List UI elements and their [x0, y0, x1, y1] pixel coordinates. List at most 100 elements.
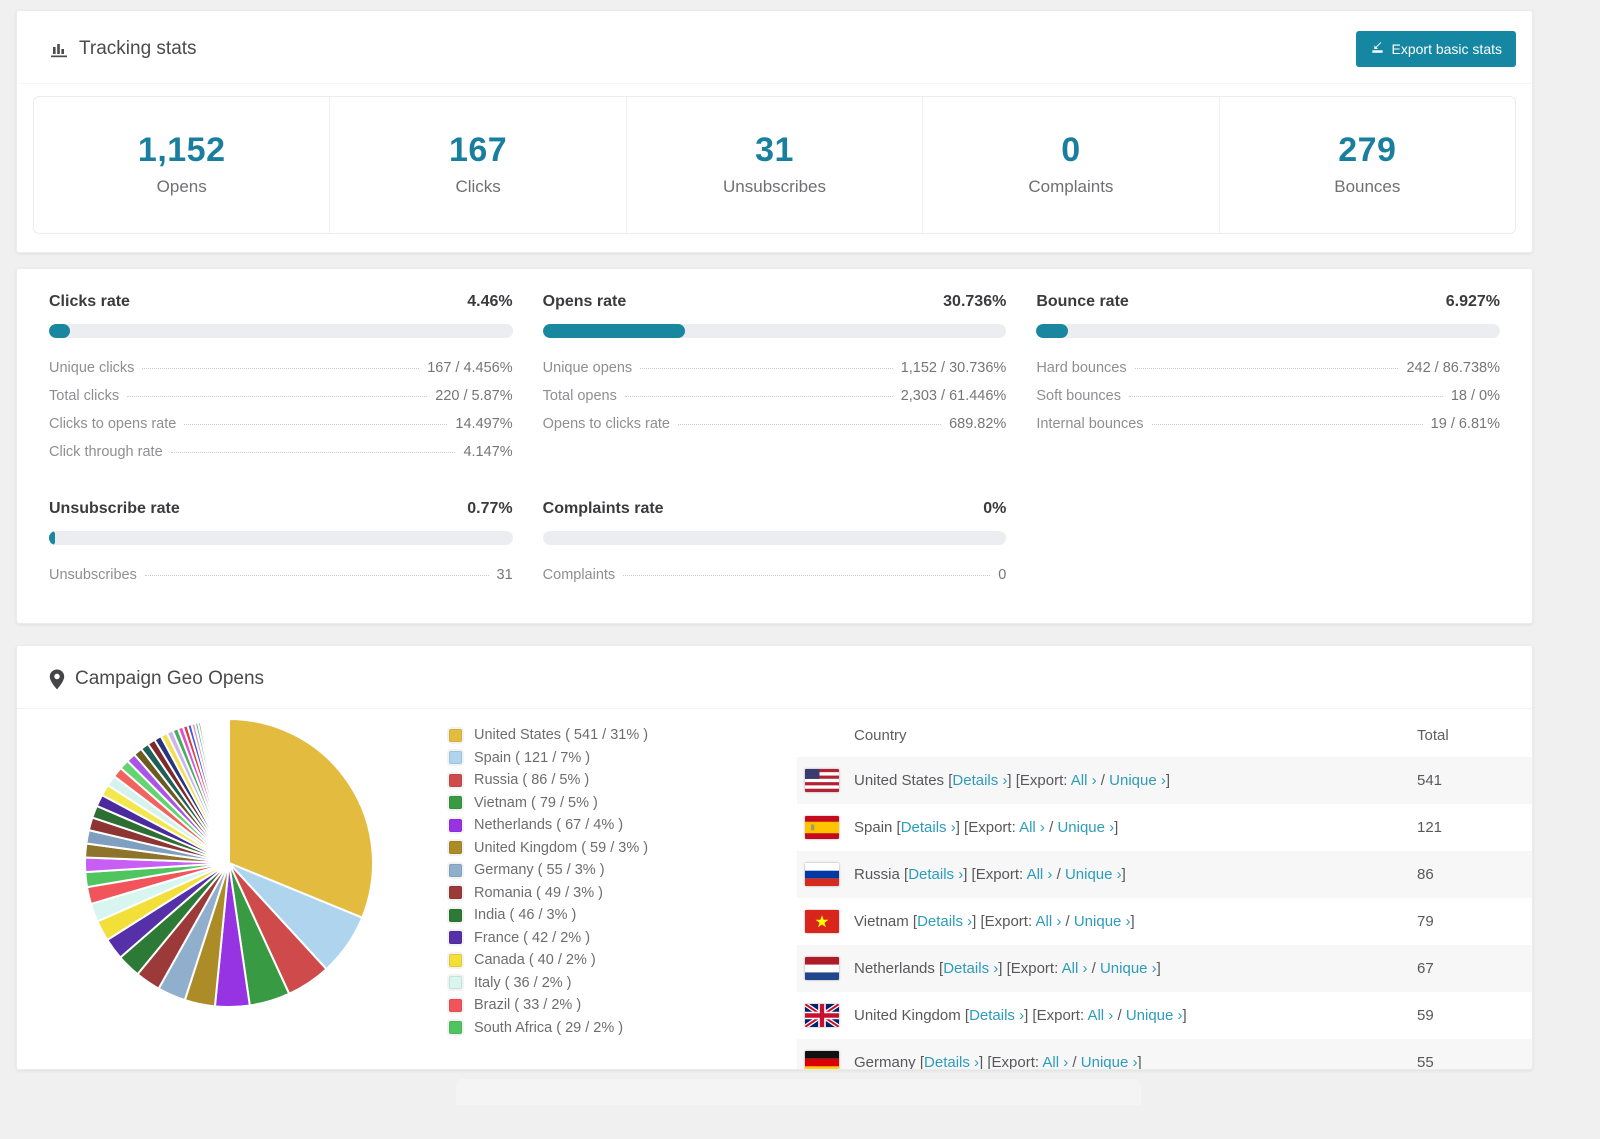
rate-title: Clicks rate: [49, 293, 130, 310]
dotted-leader: [127, 396, 428, 397]
country-links: United States [Details ›] [Export: All ›…: [854, 772, 1171, 789]
table-row: Germany [Details ›] [Export: All › / Uni…: [797, 1039, 1532, 1069]
export-unique-link[interactable]: Unique ›: [1100, 960, 1157, 977]
rate-detail-row: Clicks to opens rate 14.497%: [49, 416, 513, 432]
details-link[interactable]: Details ›: [943, 960, 998, 977]
export-all-link[interactable]: All ›: [1035, 913, 1061, 930]
rate-detail-label: Total opens: [542, 388, 617, 404]
legend-swatch: [449, 998, 462, 1012]
country-cell: Russia [Details ›] [Export: All › / Uniq…: [797, 863, 1417, 886]
table-row: Russia [Details ›] [Export: All › / Uniq…: [797, 851, 1532, 898]
rate-rows: Hard bounces 242 / 86.738% Soft bounces …: [1036, 360, 1500, 432]
export-all-link[interactable]: All ›: [1019, 819, 1045, 836]
export-all-link[interactable]: All ›: [1071, 772, 1097, 789]
rate-detail-value: 220 / 5.87%: [435, 388, 513, 404]
export-basic-stats-button[interactable]: Export basic stats: [1355, 31, 1516, 67]
tracking-stats-header: Tracking stats Export basic stats: [17, 11, 1532, 84]
background-panel-edge: [456, 1079, 1141, 1105]
tracking-stats-title: Tracking stats: [49, 38, 197, 60]
total-cell: 79: [1417, 913, 1434, 930]
rate-detail-label: Unique clicks: [49, 360, 135, 376]
stat-cell: 1,152 Opens: [34, 97, 331, 233]
stat-cell: 167 Clicks: [330, 97, 627, 233]
rate-card: Complaints rate 0% Complaints 0: [542, 500, 1007, 583]
rate-rows: Unique clicks 167 / 4.456% Total clicks …: [49, 360, 513, 460]
rate-detail-row: Opens to clicks rate 689.82%: [543, 416, 1007, 432]
rate-detail-row: Total opens 2,303 / 61.446%: [543, 388, 1007, 404]
dotted-leader: [184, 424, 448, 425]
rate-detail-label: Clicks to opens rate: [49, 416, 177, 432]
country-links: Vietnam [Details ›] [Export: All › / Uni…: [854, 913, 1135, 930]
details-link[interactable]: Details ›: [901, 819, 956, 836]
country-flag-icon: [805, 769, 839, 792]
rate-head: Unsubscribe rate 0.77%: [49, 500, 513, 518]
geo-content: United States ( 541 / 31% ) Spain ( 121 …: [17, 709, 1532, 1069]
export-all-link[interactable]: All ›: [1062, 960, 1088, 977]
export-all-link[interactable]: All ›: [1027, 866, 1053, 883]
geo-legend: United States ( 541 / 31% ) Spain ( 121 …: [449, 727, 735, 1069]
rate-detail-label: Unique opens: [542, 360, 633, 376]
dotted-leader: [677, 424, 942, 425]
details-link[interactable]: Details ›: [952, 772, 1007, 789]
stat-cell: 31 Unsubscribes: [627, 97, 924, 233]
country-flag-icon: [805, 957, 839, 980]
rate-title: Complaints rate: [542, 500, 664, 517]
legend-item: Russia ( 86 / 5% ): [449, 772, 735, 788]
rate-detail-value: 19 / 6.81%: [1430, 416, 1500, 432]
details-link[interactable]: Details ›: [969, 1007, 1024, 1024]
rate-value: 6.927%: [1445, 293, 1500, 310]
rate-detail-label: Total clicks: [49, 388, 120, 404]
table-row: Vietnam [Details ›] [Export: All › / Uni…: [797, 898, 1532, 945]
legend-item: Brazil ( 33 / 2% ): [449, 997, 735, 1013]
export-unique-link[interactable]: Unique ›: [1057, 819, 1114, 836]
rate-detail-value: 31: [496, 567, 513, 583]
legend-item: Germany ( 55 / 3% ): [449, 862, 735, 878]
rate-detail-row: Total clicks 220 / 5.87%: [49, 388, 513, 404]
legend-swatch: [449, 931, 462, 944]
rates-grid: Clicks rate 4.46% Unique clicks 167 / 4.…: [49, 293, 1500, 583]
rate-head: Opens rate 30.736%: [543, 293, 1007, 311]
legend-item: Canada ( 40 / 2% ): [449, 952, 735, 968]
export-unique-link[interactable]: Unique ›: [1109, 772, 1166, 789]
total-cell: 67: [1417, 960, 1434, 977]
country-cell: United States [Details ›] [Export: All ›…: [797, 769, 1417, 792]
legend-item: United Kingdom ( 59 / 3% ): [449, 840, 735, 856]
rate-card: Clicks rate 4.46% Unique clicks 167 / 4.…: [49, 293, 513, 460]
legend-label: Italy ( 36 / 2% ): [474, 974, 572, 991]
export-all-link[interactable]: All ›: [1042, 1054, 1068, 1069]
export-all-link[interactable]: All ›: [1087, 1007, 1113, 1024]
export-unique-link[interactable]: Unique ›: [1126, 1007, 1183, 1024]
rate-title: Opens rate: [542, 293, 627, 310]
rate-detail-value: 0: [998, 567, 1007, 583]
stat-value: 279: [1338, 131, 1397, 169]
details-link[interactable]: Details ›: [924, 1054, 979, 1069]
rate-detail-row: Unique clicks 167 / 4.456%: [49, 360, 513, 376]
rate-value: 0%: [983, 500, 1007, 517]
legend-item: Italy ( 36 / 2% ): [449, 975, 735, 991]
geo-pie-chart: [84, 718, 374, 1008]
legend-label: Vietnam ( 79 / 5% ): [474, 794, 598, 811]
rate-rows: Unique opens 1,152 / 30.736% Total opens…: [543, 360, 1007, 432]
legend-item: Netherlands ( 67 / 4% ): [449, 817, 735, 833]
country-cell: Vietnam [Details ›] [Export: All › / Uni…: [797, 910, 1417, 933]
details-link[interactable]: Details ›: [908, 866, 963, 883]
export-unique-link[interactable]: Unique ›: [1074, 913, 1131, 930]
legend-item: France ( 42 / 2% ): [449, 930, 735, 946]
details-link[interactable]: Details ›: [917, 913, 972, 930]
export-unique-link[interactable]: Unique ›: [1065, 866, 1122, 883]
export-unique-link[interactable]: Unique ›: [1081, 1054, 1138, 1069]
rate-progress-fill: [1036, 324, 1069, 338]
legend-item: South Africa ( 29 / 2% ): [449, 1020, 735, 1036]
rate-rows: Unsubscribes 31: [49, 567, 513, 583]
table-row: Spain [Details ›] [Export: All › / Uniqu…: [797, 804, 1532, 851]
stat-label: Complaints: [1028, 177, 1114, 196]
dashboard-page: Tracking stats Export basic stats 1,152 …: [16, 10, 1533, 1105]
rate-detail-label: Opens to clicks rate: [542, 416, 670, 432]
rate-detail-value: 2,303 / 61.446%: [900, 388, 1007, 404]
country-flag-icon: [805, 910, 839, 933]
total-column-header: Total: [1417, 726, 1449, 744]
country-cell: Germany [Details ›] [Export: All › / Uni…: [797, 1051, 1417, 1069]
rate-progress-fill: [542, 324, 686, 338]
legend-item: Romania ( 49 / 3% ): [449, 885, 735, 901]
rate-value: 30.736%: [943, 293, 1007, 310]
